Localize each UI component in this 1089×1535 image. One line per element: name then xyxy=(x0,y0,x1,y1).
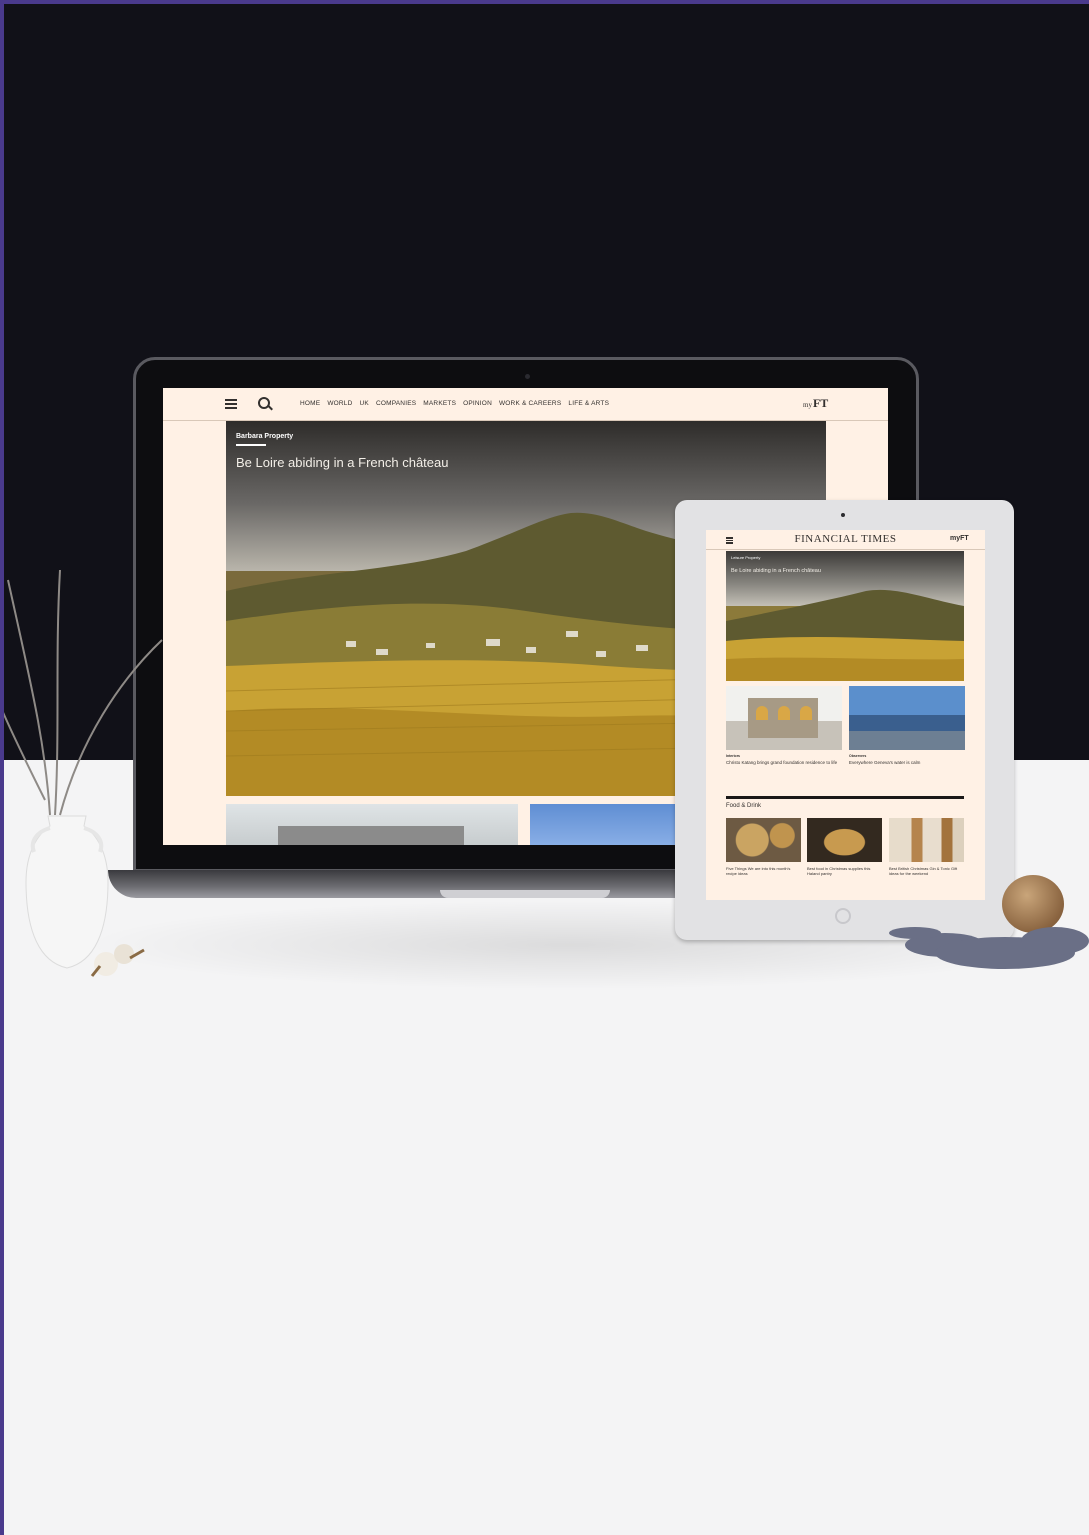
article-caption[interactable]: Interiors Christo Katang brings grand fo… xyxy=(726,754,842,766)
tablet-hero-image[interactable]: Leisure Property Be Loire abiding in a F… xyxy=(726,551,964,681)
food-image-jars[interactable] xyxy=(889,818,964,862)
article-caption[interactable]: Observers Everywhere Geneva's water is c… xyxy=(849,754,965,766)
nav-item-markets[interactable]: MARKETS xyxy=(423,400,456,407)
hero-section-tag[interactable]: Barbara Property xyxy=(236,433,293,446)
laptop-camera xyxy=(525,374,530,379)
laptop-notch xyxy=(440,890,610,898)
tablet-home-button[interactable] xyxy=(835,908,851,924)
arch-window xyxy=(756,706,768,720)
nav-item-companies[interactable]: COMPANIES xyxy=(376,400,416,407)
nav-item-world[interactable]: WORLD xyxy=(327,400,352,407)
header-divider xyxy=(706,549,985,550)
logo-text: FT xyxy=(812,396,829,410)
article-image-lake[interactable] xyxy=(849,686,965,750)
cotton-flower xyxy=(90,944,145,977)
search-icon[interactable] xyxy=(258,397,270,409)
building-wall xyxy=(278,826,464,845)
tablet-masthead[interactable]: FINANCIAL TIMES xyxy=(706,533,985,545)
nav-item-life-arts[interactable]: LIFE & ARTS xyxy=(568,400,609,407)
food-caption[interactable]: Best British Christmas Gin & Tonic Gift … xyxy=(889,866,964,876)
hamburger-menu-icon[interactable] xyxy=(225,399,237,409)
food-caption[interactable]: Five Things We are into this month's rec… xyxy=(726,866,801,876)
article-tag: Observers xyxy=(849,754,867,758)
arch-window xyxy=(778,706,790,720)
lavender-bundle xyxy=(889,927,1089,969)
article-tag: Interiors xyxy=(726,754,741,758)
article-image-house[interactable] xyxy=(726,686,842,750)
main-nav: HOME WORLD UK COMPANIES MARKETS OPINION … xyxy=(300,400,609,407)
tablet-hero-tag[interactable]: Leisure Property xyxy=(731,555,760,560)
arch-window xyxy=(800,706,812,720)
article-headline: Everywhere Geneva's water is calm xyxy=(849,760,921,765)
tablet-hero-headline[interactable]: Be Loire abiding in a French château xyxy=(731,568,821,574)
article-thumbnail[interactable] xyxy=(226,804,518,845)
food-image-bread[interactable] xyxy=(726,818,801,862)
section-divider xyxy=(726,796,964,799)
tablet-screen: FINANCIAL TIMES myFT Leisure Property Be… xyxy=(706,530,985,900)
myft-logo[interactable]: myFT xyxy=(803,396,828,411)
nav-item-opinion[interactable]: OPINION xyxy=(463,400,492,407)
nav-item-uk[interactable]: UK xyxy=(360,400,369,407)
logo-prefix: my xyxy=(803,401,812,409)
hero-headline[interactable]: Be Loire abiding in a French château xyxy=(236,455,448,470)
article-headline: Christo Katang brings grand foundation r… xyxy=(726,760,838,765)
site-header: HOME WORLD UK COMPANIES MARKETS OPINION … xyxy=(163,388,888,421)
food-caption[interactable]: Best food in Christmas supplies this Hal… xyxy=(807,866,882,876)
food-image-pie[interactable] xyxy=(807,818,882,862)
nav-item-home[interactable]: HOME xyxy=(300,400,320,407)
section-title-food-drink[interactable]: Food & Drink xyxy=(726,803,761,809)
tablet-myft-logo[interactable]: myFT xyxy=(950,535,969,542)
dried-branches xyxy=(1,569,163,816)
tablet-camera xyxy=(841,513,845,517)
nav-item-work-careers[interactable]: WORK & CAREERS xyxy=(499,400,561,407)
